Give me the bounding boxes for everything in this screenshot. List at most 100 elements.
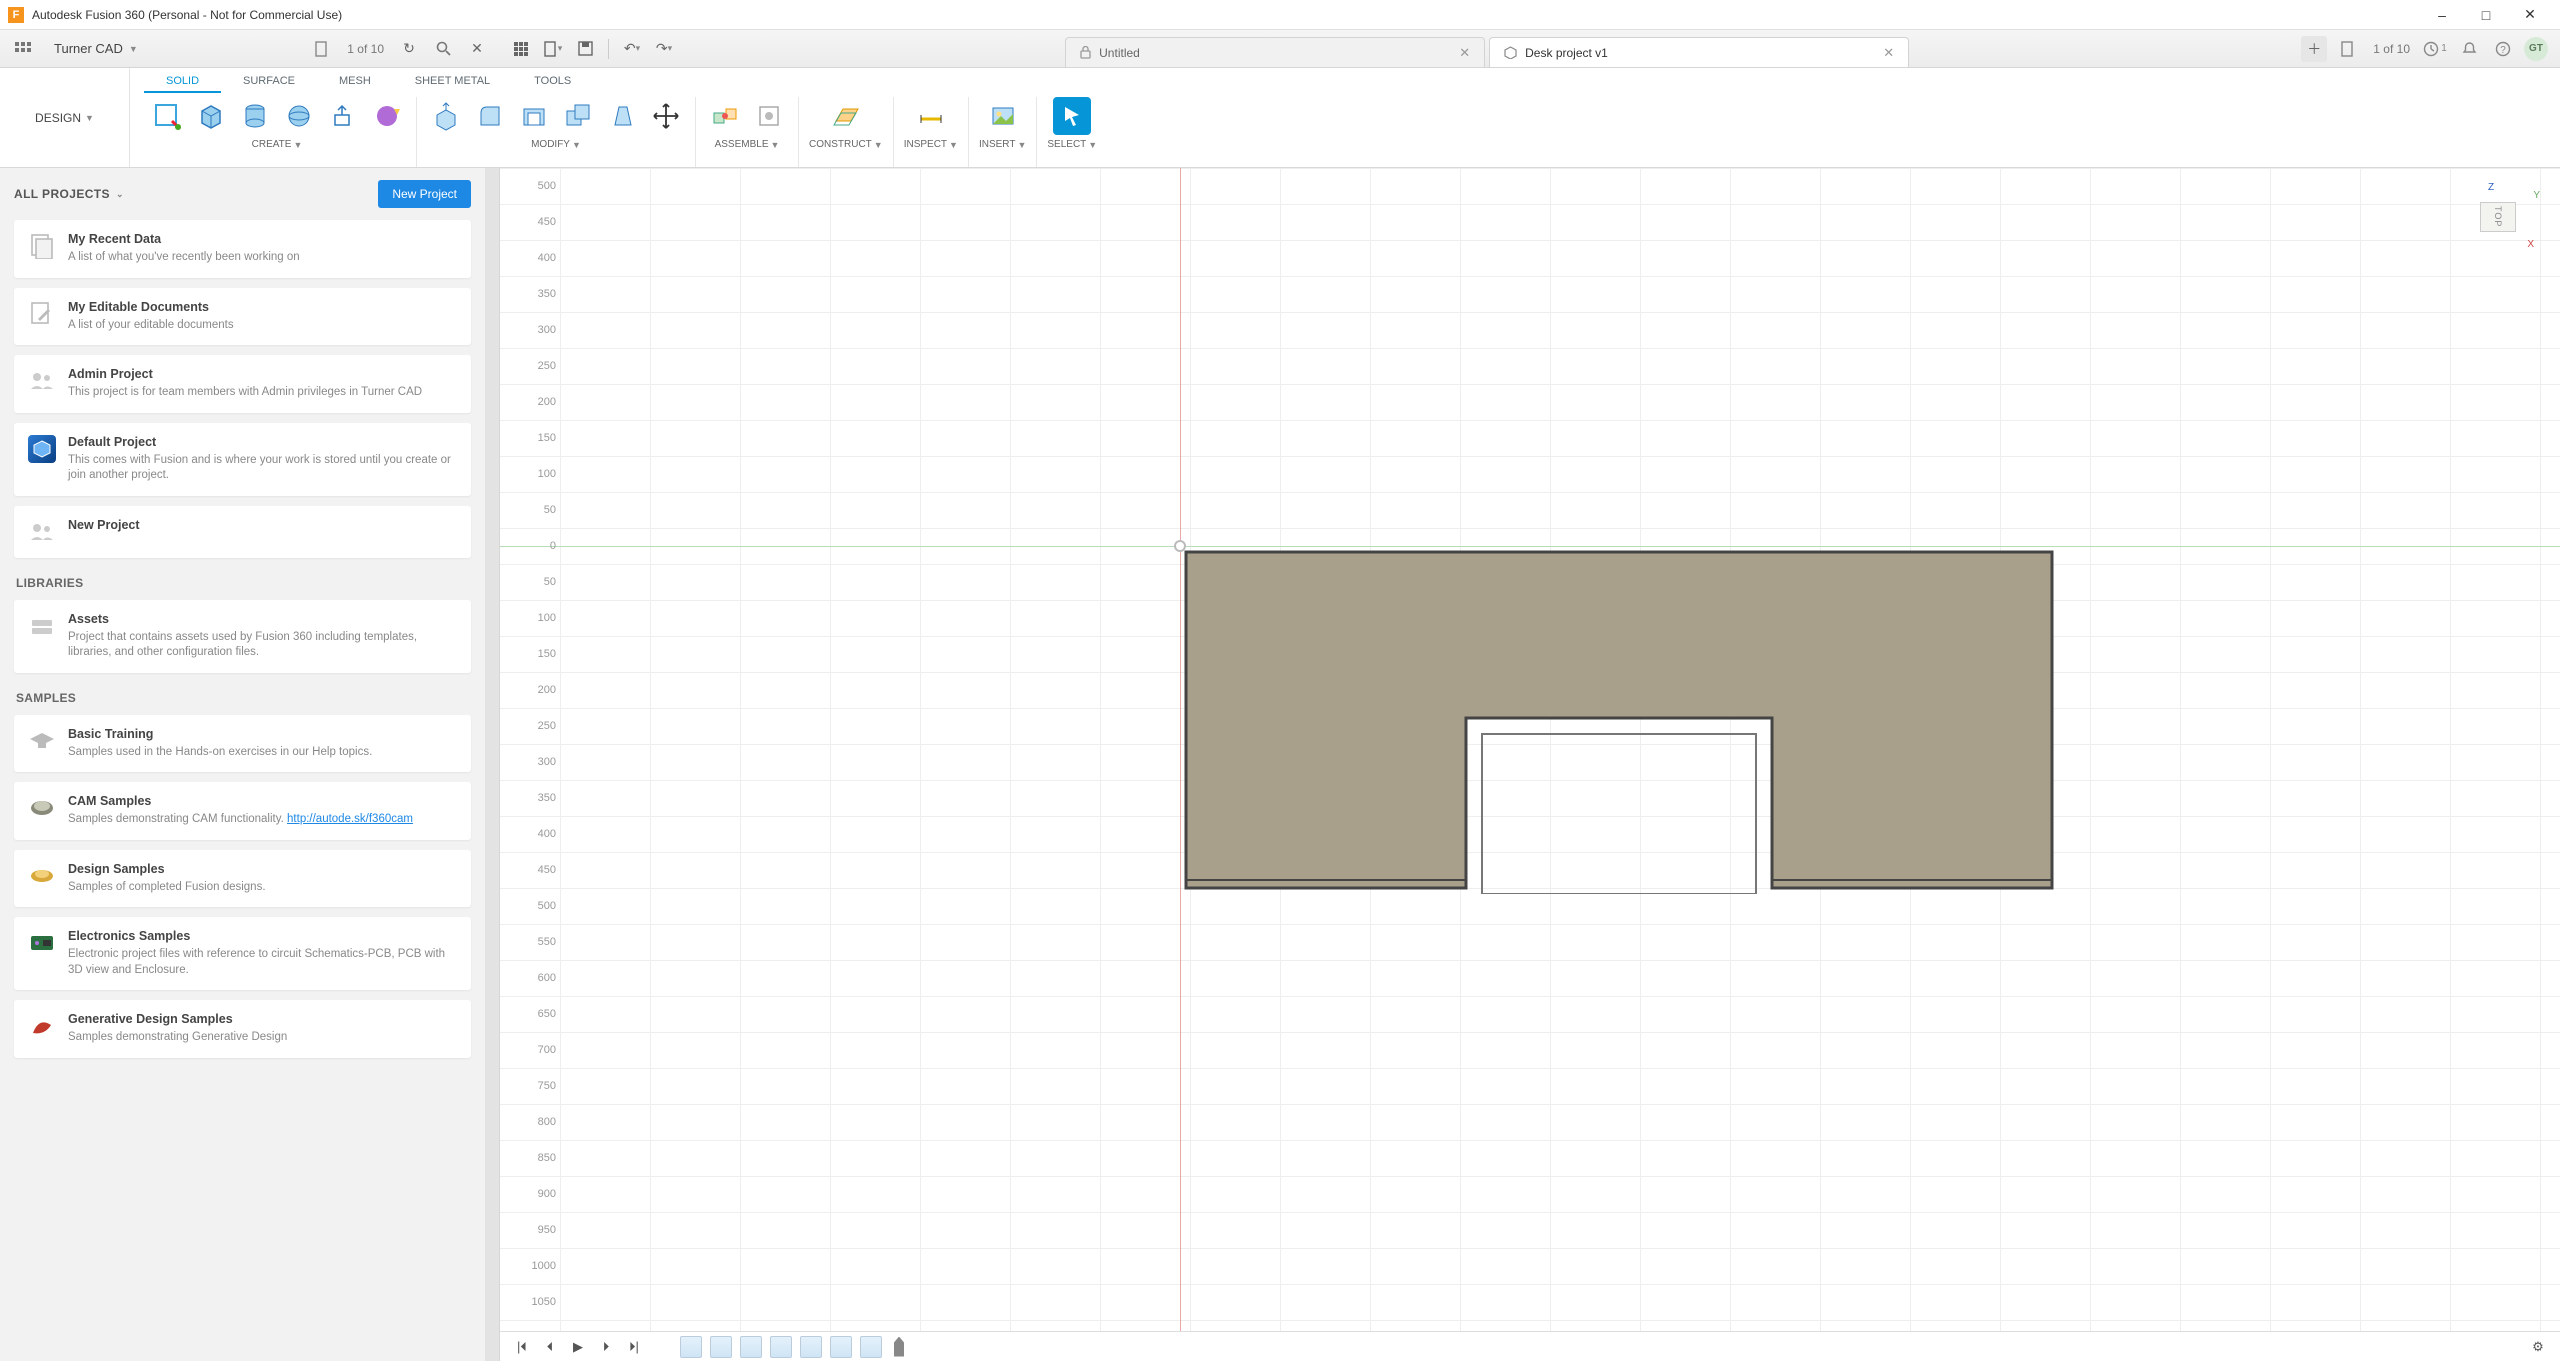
ribbon-tab-surface[interactable]: SURFACE: [221, 69, 317, 93]
project-card-admin[interactable]: Admin Project This project is for team m…: [14, 355, 471, 413]
insert-decal-tool-icon[interactable]: [984, 97, 1022, 135]
ruler-tick-label: 700: [528, 1044, 556, 1056]
new-tab-button[interactable]: ＋: [2301, 36, 2327, 62]
card-title: Basic Training: [68, 727, 457, 741]
close-panel-icon[interactable]: ✕: [464, 36, 490, 62]
project-card-new[interactable]: New Project: [14, 506, 471, 558]
timeline-prev-icon[interactable]: ⏴: [540, 1337, 560, 1357]
presspull-tool-icon[interactable]: [427, 97, 465, 135]
timeline-feature-icon[interactable]: [680, 1336, 702, 1358]
ribbon-group-label[interactable]: INSPECT ▼: [904, 139, 958, 150]
y-axis-line: [1180, 168, 1181, 1361]
ribbon-group-label[interactable]: INSERT ▼: [979, 139, 1026, 150]
timeline-settings-icon[interactable]: ⚙: [2528, 1337, 2548, 1357]
plane-tool-icon[interactable]: [827, 97, 865, 135]
timeline-feature-icon[interactable]: [710, 1336, 732, 1358]
pcb-icon: [28, 929, 56, 957]
undo-icon[interactable]: ↶▾: [619, 36, 645, 62]
sample-card-generative[interactable]: Generative Design Samples Samples demons…: [14, 1000, 471, 1058]
move-tool-icon[interactable]: [647, 97, 685, 135]
refresh-icon[interactable]: ↻: [396, 36, 422, 62]
doc-tab-desk-project[interactable]: Desk project v1 ✕: [1489, 37, 1909, 67]
quick-access-bar: Turner CAD ▼ 1 of 10 ↻ ✕ ▾ ↶▾ ↷▾: [0, 30, 2560, 68]
cylinder-tool-icon[interactable]: [236, 97, 274, 135]
shell-tool-icon[interactable]: [515, 97, 553, 135]
ribbon-group-label[interactable]: SELECT ▼: [1047, 139, 1097, 150]
notifications-icon[interactable]: [2456, 36, 2482, 62]
ribbon-tab-mesh[interactable]: MESH: [317, 69, 393, 93]
ribbon-group-label[interactable]: MODIFY ▼: [531, 139, 581, 150]
sample-card-basic-training[interactable]: Basic Training Samples used in the Hands…: [14, 715, 471, 773]
card-title: Default Project: [68, 435, 457, 449]
ruler-tick-label: 800: [528, 1116, 556, 1128]
timeline-feature-icon[interactable]: [830, 1336, 852, 1358]
ribbon-group-label[interactable]: ASSEMBLE ▼: [715, 139, 780, 150]
timeline-playhead[interactable]: [894, 1337, 904, 1357]
ribbon-tab-solid[interactable]: SOLID: [144, 69, 221, 93]
timeline-next-icon[interactable]: ⏵: [596, 1337, 616, 1357]
select-tool-icon[interactable]: [1053, 97, 1091, 135]
ribbon-group-label[interactable]: CREATE ▼: [252, 139, 303, 150]
close-tab-icon[interactable]: ✕: [1459, 45, 1470, 61]
form-tool-icon[interactable]: [368, 97, 406, 135]
desk-body[interactable]: [1184, 550, 2054, 890]
viewcube[interactable]: Z Y X TOP: [2470, 188, 2530, 238]
help-icon[interactable]: ?: [2490, 36, 2516, 62]
project-card-editable[interactable]: My Editable Documents A list of your edi…: [14, 288, 471, 346]
asbuilt-joint-tool-icon[interactable]: [750, 97, 788, 135]
sphere-tool-icon[interactable]: [280, 97, 318, 135]
timeline-play-icon[interactable]: ▶: [568, 1337, 588, 1357]
card-title: Design Samples: [68, 862, 457, 876]
ruler-tick-label: 150: [528, 648, 556, 660]
ruler-tick-label: 1050: [528, 1296, 556, 1308]
measure-tool-icon[interactable]: [912, 97, 950, 135]
data-panel-scrollbar[interactable]: [485, 168, 499, 1361]
ribbon-group-label[interactable]: CONSTRUCT ▼: [809, 139, 883, 150]
card-title: Assets: [68, 612, 457, 626]
ruler-tick-label: 400: [528, 828, 556, 840]
project-card-recent[interactable]: My Recent Data A list of what you've rec…: [14, 220, 471, 278]
fillet-tool-icon[interactable]: [471, 97, 509, 135]
data-panel-toggle-icon[interactable]: [10, 36, 36, 62]
file-menu-icon[interactable]: ▾: [540, 36, 566, 62]
ribbon-tab-tools[interactable]: TOOLS: [512, 69, 593, 93]
sample-card-electronics[interactable]: Electronics Samples Electronic project f…: [14, 917, 471, 990]
window-minimize-button[interactable]: –: [2420, 0, 2464, 30]
modeling-canvas[interactable]: 5004504003503002502001501005005010015020…: [500, 168, 2560, 1361]
cam-link[interactable]: http://autode.sk/f360cam: [287, 813, 413, 825]
extrude-tool-icon[interactable]: [324, 97, 362, 135]
save-icon[interactable]: [572, 36, 598, 62]
viewcube-face[interactable]: TOP: [2480, 202, 2516, 232]
redo-icon[interactable]: ↷▾: [651, 36, 677, 62]
timeline-feature-icon[interactable]: [740, 1336, 762, 1358]
box-tool-icon[interactable]: [192, 97, 230, 135]
job-status-icon[interactable]: 1: [2422, 36, 2448, 62]
new-project-button[interactable]: New Project: [378, 180, 471, 208]
team-dropdown-button[interactable]: Turner CAD ▼: [44, 37, 148, 60]
sample-card-design[interactable]: Design Samples Samples of completed Fusi…: [14, 850, 471, 908]
window-close-button[interactable]: ✕: [2508, 0, 2552, 30]
timeline-feature-icon[interactable]: [800, 1336, 822, 1358]
card-title: CAM Samples: [68, 794, 457, 808]
user-avatar[interactable]: GT: [2524, 37, 2548, 61]
joint-tool-icon[interactable]: [706, 97, 744, 135]
timeline-feature-icon[interactable]: [860, 1336, 882, 1358]
sketch-tool-icon[interactable]: [148, 97, 186, 135]
window-maximize-button[interactable]: □: [2464, 0, 2508, 30]
sample-card-cam[interactable]: CAM Samples Samples demonstrating CAM fu…: [14, 782, 471, 840]
timeline-end-icon[interactable]: ⏵|: [624, 1337, 644, 1357]
draft-tool-icon[interactable]: [603, 97, 641, 135]
close-tab-icon[interactable]: ✕: [1883, 45, 1894, 61]
search-icon[interactable]: [430, 36, 456, 62]
workspace-switcher[interactable]: DESIGN ▼: [25, 105, 104, 131]
project-card-default[interactable]: Default Project This comes with Fusion a…: [14, 423, 471, 496]
doc-tab-untitled[interactable]: Untitled ✕: [1065, 37, 1485, 67]
app-grid-icon[interactable]: [508, 36, 534, 62]
ribbon-tab-sheetmetal[interactable]: SHEET METAL: [393, 69, 512, 93]
library-card-assets[interactable]: Assets Project that contains assets used…: [14, 600, 471, 673]
combine-tool-icon[interactable]: [559, 97, 597, 135]
timeline-feature-icon[interactable]: [770, 1336, 792, 1358]
projects-heading[interactable]: ALL PROJECTS ⌄: [14, 187, 124, 201]
ruler-tick-label: 600: [528, 972, 556, 984]
timeline-start-icon[interactable]: |⏴: [512, 1337, 532, 1357]
